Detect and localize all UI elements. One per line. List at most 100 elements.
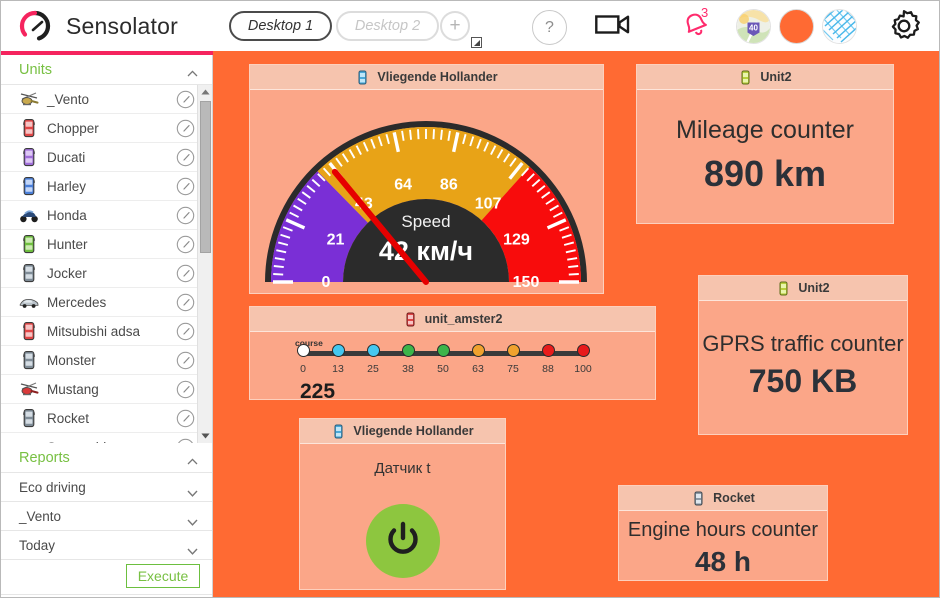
unit-name: Ducati (47, 150, 85, 165)
unit-name: Rocket (47, 411, 89, 426)
course-dot[interactable] (472, 344, 485, 357)
course-dot[interactable] (402, 344, 415, 357)
gauge-tick-label: 107 (475, 196, 502, 213)
widget-body: Датчик t (300, 444, 505, 589)
gauge-tick-label: 86 (440, 177, 458, 194)
chevron-up-icon[interactable] (187, 452, 198, 459)
sensor-state-button[interactable] (366, 504, 440, 578)
gprs-label: GPRS traffic counter (699, 301, 907, 357)
video-camera-icon (595, 12, 631, 42)
settings-button[interactable] (885, 9, 923, 47)
units-scrollbar[interactable] (197, 85, 212, 443)
course-tick-label: 50 (437, 363, 449, 375)
reports-section-title: Reports (19, 450, 70, 466)
unit-name: Mercedes (47, 295, 106, 310)
widget-sensor[interactable]: Vliegende Hollander Датчик t (299, 418, 506, 590)
scroll-down-arrow-icon[interactable] (198, 429, 212, 443)
widget-speedometer[interactable]: Vliegende Hollander 021436486107129150Sp… (249, 64, 604, 294)
widget-title: Unit2 (760, 70, 791, 84)
report-select[interactable]: Today (1, 531, 212, 560)
gauge-icon[interactable] (176, 177, 195, 196)
list-item[interactable]: Monster (1, 346, 212, 375)
widget-mileage-counter[interactable]: Unit2 Mileage counter 890 km (636, 64, 894, 224)
report-select[interactable]: Eco driving (1, 473, 212, 502)
units-section-header[interactable]: Units (1, 55, 212, 85)
gauge-icon[interactable] (176, 206, 195, 225)
chevron-up-icon[interactable] (187, 64, 198, 71)
gauge-tick-label: 64 (394, 177, 412, 194)
scroll-up-arrow-icon[interactable] (198, 85, 212, 99)
course-dot[interactable] (367, 344, 380, 357)
unit-name: Hunter (47, 237, 88, 252)
svg-text:40: 40 (749, 24, 758, 33)
course-dot[interactable] (332, 344, 345, 357)
hatched-globe-icon (823, 30, 856, 44)
gauge-icon[interactable] (176, 235, 195, 254)
gauge-icon[interactable] (176, 322, 195, 341)
chevron-down-icon[interactable] (187, 513, 198, 520)
reports-section-header[interactable]: Reports (1, 443, 212, 473)
map-thumbnail-icon: 40 (737, 30, 770, 44)
hatched-globe-button[interactable] (822, 9, 857, 44)
course-dot[interactable] (507, 344, 520, 357)
widget-engine-hours[interactable]: Rocket Engine hours counter 48 h (618, 485, 828, 581)
list-item[interactable]: Honda (1, 201, 212, 230)
list-item[interactable]: Chopper (1, 114, 212, 143)
gauge-icon[interactable] (176, 90, 195, 109)
course-dot[interactable] (577, 344, 590, 357)
widget-course[interactable]: unit_amster2 course 013253850637588100 2… (249, 306, 656, 400)
car-gray-icon (19, 350, 39, 370)
unit-name: Mitsubishi adsa (47, 324, 140, 339)
help-button[interactable]: ? (532, 10, 567, 45)
car-gray-icon (19, 263, 39, 283)
course-dot[interactable] (297, 344, 310, 357)
gauge-icon[interactable] (176, 293, 195, 312)
list-item[interactable]: Ducati (1, 143, 212, 172)
orange-circle-button[interactable] (779, 9, 814, 44)
video-camera-button[interactable] (595, 14, 631, 39)
gauge-icon[interactable] (176, 264, 195, 283)
list-item[interactable]: Space ship (1, 433, 212, 443)
gauge-icon[interactable] (176, 351, 195, 370)
car-blue-icon (19, 176, 39, 196)
speed-gauge: 021436486107129150Speed42 км/ч (250, 90, 603, 294)
course-tick-label: 63 (472, 363, 484, 375)
tab-desktop-1[interactable]: Desktop 1 (229, 11, 332, 41)
execute-button[interactable]: Execute (126, 564, 200, 588)
tab-desktop-2[interactable]: Desktop 2 (336, 11, 439, 41)
add-desktop-button[interactable]: + (440, 11, 470, 41)
list-item[interactable]: Mercedes (1, 288, 212, 317)
gauge-icon[interactable] (176, 148, 195, 167)
chevron-down-icon[interactable] (187, 542, 198, 549)
engine-hours-label: Engine hours counter (619, 511, 827, 542)
map-thumbnail-button[interactable]: 40 (736, 9, 771, 44)
course-dot[interactable] (437, 344, 450, 357)
course-dot[interactable] (542, 344, 555, 357)
report-select[interactable]: _Vento (1, 502, 212, 531)
top-bar: Sensolator Desktop 1 Desktop 2 + ? (1, 1, 939, 52)
resize-corner-icon[interactable] (471, 35, 482, 46)
gauge-icon[interactable] (176, 409, 195, 428)
list-item[interactable]: _Vento (1, 85, 212, 114)
car-green-icon (776, 281, 791, 296)
widget-header: Vliegende Hollander (300, 419, 505, 444)
list-item[interactable]: Jocker (1, 259, 212, 288)
sensolator-app: Sensolator Desktop 1 Desktop 2 + ? (0, 0, 940, 598)
unit-name: Mustang (47, 382, 99, 397)
app-title: Sensolator (66, 13, 178, 40)
gauge-icon[interactable] (176, 119, 195, 138)
gauge-icon[interactable] (176, 380, 195, 399)
units-scrollbar-thumb[interactable] (200, 101, 211, 253)
list-item[interactable]: Hunter (1, 230, 212, 259)
chevron-down-icon[interactable] (187, 484, 198, 491)
gauge-label: Speed (401, 212, 450, 231)
list-item[interactable]: Harley (1, 172, 212, 201)
list-item[interactable]: Mustang (1, 375, 212, 404)
car-red-icon (403, 312, 418, 327)
widget-gprs-counter[interactable]: Unit2 GPRS traffic counter 750 KB (698, 275, 908, 435)
list-item[interactable]: Mitsubishi adsa (1, 317, 212, 346)
course-tick-label: 75 (507, 363, 519, 375)
list-item[interactable]: Rocket (1, 404, 212, 433)
course-tick-label: 13 (332, 363, 344, 375)
app-logo[interactable]: Sensolator (15, 6, 178, 46)
